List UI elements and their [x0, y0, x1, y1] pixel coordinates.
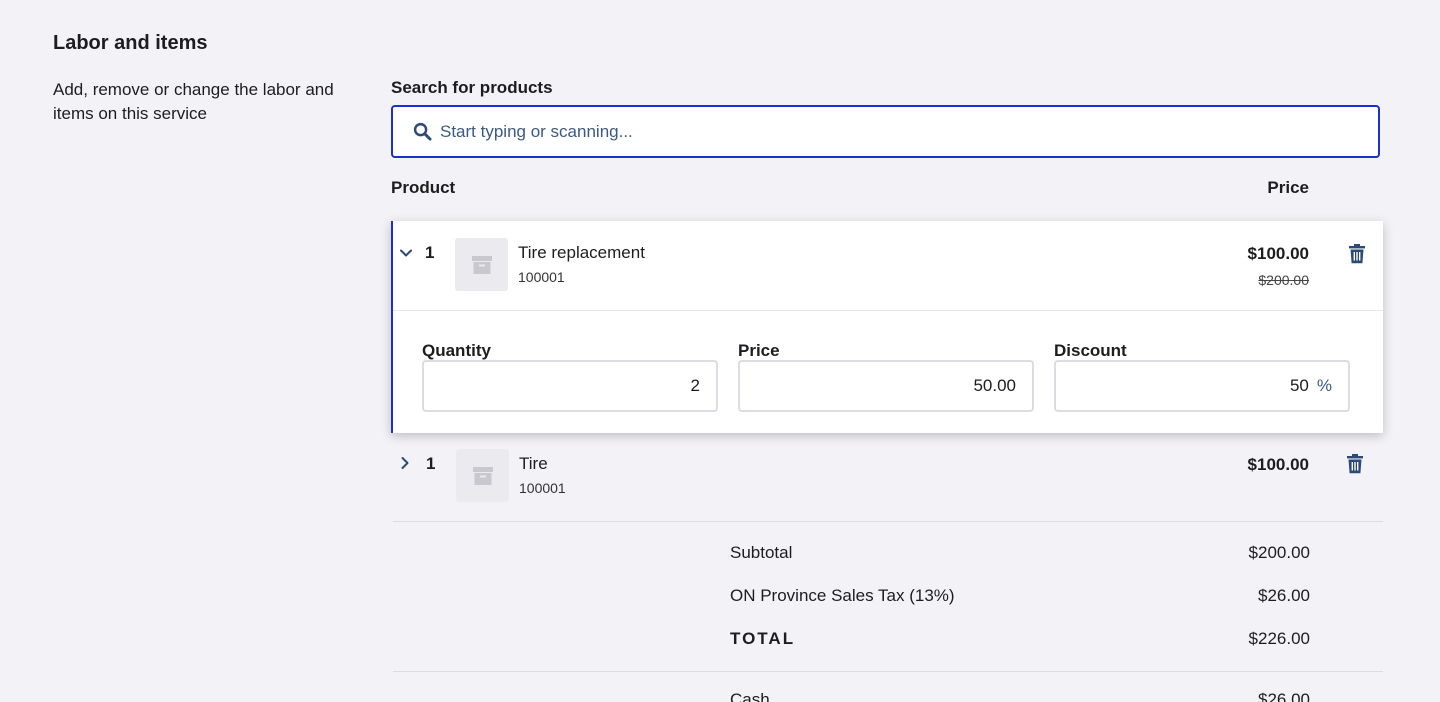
- line-item-row: 1 Tire 100001 $100.00: [391, 433, 1383, 521]
- total-label: TOTAL: [730, 629, 796, 648]
- line-item-quantity: 1: [426, 454, 436, 473]
- price-input[interactable]: [816, 376, 1016, 396]
- price-field[interactable]: [738, 360, 1034, 412]
- tax-value: $26.00: [1258, 586, 1310, 605]
- divider: [393, 521, 1383, 522]
- column-header-product: Product: [391, 178, 456, 197]
- column-header-price: Price: [1267, 178, 1309, 197]
- total-value: $226.00: [1248, 629, 1310, 648]
- line-item-price: $100.00: [1247, 455, 1309, 474]
- product-thumbnail: [456, 449, 509, 502]
- search-box[interactable]: [391, 105, 1380, 158]
- discount-field[interactable]: %: [1054, 360, 1350, 412]
- labor-items-panel: Search for products Product Price 1 Tire…: [391, 0, 1383, 702]
- archive-box-icon: [471, 255, 492, 274]
- discount-input[interactable]: [1148, 376, 1309, 396]
- section-description: Add, remove or change the labor and item…: [53, 80, 334, 123]
- section-title: Labor and items: [53, 32, 208, 54]
- quantity-field[interactable]: [422, 360, 718, 412]
- archive-box-icon: [472, 466, 493, 485]
- chevron-right-icon[interactable]: [398, 456, 412, 470]
- subtotal-label: Subtotal: [730, 543, 793, 562]
- product-sku: 100001: [519, 480, 566, 496]
- line-item-price: $100.00: [1247, 244, 1309, 263]
- trash-icon[interactable]: [1348, 244, 1366, 264]
- line-item-original-price: $200.00: [1258, 272, 1309, 288]
- divider: [393, 310, 1383, 311]
- chevron-down-icon[interactable]: [399, 246, 413, 260]
- cash-label: Cash: [730, 690, 770, 702]
- trash-icon[interactable]: [1346, 454, 1364, 474]
- tax-label: ON Province Sales Tax (13%): [730, 586, 955, 605]
- product-name: Tire replacement: [518, 243, 645, 262]
- line-item-quantity: 1: [425, 243, 435, 262]
- discount-unit[interactable]: %: [1317, 376, 1332, 396]
- product-name: Tire: [519, 454, 548, 473]
- quantity-label: Quantity: [422, 341, 491, 360]
- line-item-row: 1 Tire replacement 100001 $100.00 $200.0…: [393, 221, 1383, 311]
- quantity-input[interactable]: [500, 376, 700, 396]
- divider: [393, 671, 1383, 672]
- product-thumbnail: [455, 238, 508, 291]
- line-item-expanded: 1 Tire replacement 100001 $100.00 $200.0…: [391, 221, 1383, 433]
- cash-value: $26.00: [1258, 690, 1310, 702]
- price-label: Price: [738, 341, 780, 360]
- discount-label: Discount: [1054, 341, 1127, 360]
- subtotal-value: $200.00: [1248, 543, 1310, 562]
- search-icon: [413, 122, 432, 141]
- search-input[interactable]: [440, 121, 1340, 142]
- search-label: Search for products: [391, 78, 553, 97]
- product-sku: 100001: [518, 269, 565, 285]
